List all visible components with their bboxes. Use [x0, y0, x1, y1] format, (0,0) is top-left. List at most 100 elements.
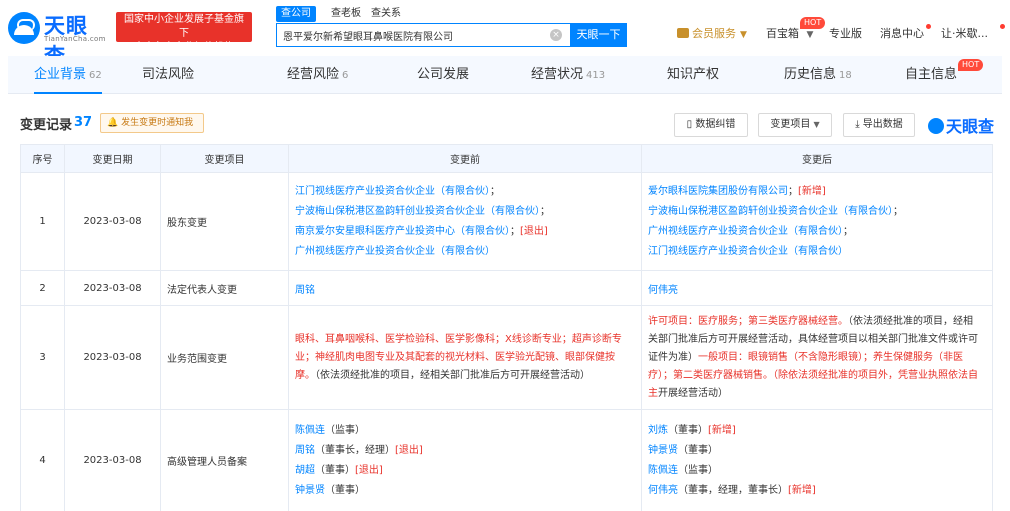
caret-down-icon: ▼ — [740, 30, 747, 40]
shareholder-link[interactable]: 南京爱尔安星眼科医疗产业投资中心（有限合伙） — [295, 226, 510, 237]
row-index: 4 — [20, 409, 65, 511]
person-role: （董事） — [678, 444, 718, 456]
shareholder-link[interactable]: 江门视线医疗产业投资合伙企业（有限合伙） — [295, 186, 490, 197]
export-data-button[interactable]: ⤓ 导出数据 — [843, 113, 915, 137]
vip-service-menu[interactable]: 会员服务 ▼ — [677, 25, 747, 43]
search-tab-company[interactable]: 查公司 — [276, 6, 316, 22]
exit-tag: [退出] — [395, 444, 423, 456]
person-link[interactable]: 陈佩连 — [295, 425, 325, 436]
search-box: × — [276, 23, 570, 47]
notify-on-change-button[interactable]: 🔔 发生变更时通知我 — [100, 113, 204, 133]
tab-self-info[interactable]: 自主信息 — [905, 56, 957, 94]
row-date: 2023-03-08 — [64, 409, 161, 511]
pro-version-link[interactable]: 专业版 — [829, 25, 862, 43]
table-row: 2 2023-03-08 法定代表人变更 周铭 何伟亮 — [20, 270, 993, 306]
clear-icon[interactable]: × — [550, 29, 562, 41]
person-link[interactable]: 何伟亮 — [648, 285, 678, 296]
person-role: （董事） — [325, 484, 365, 496]
section-count: 37 — [74, 115, 93, 130]
shareholder-link[interactable]: 宁波梅山保税港区盈韵轩创业投资合伙企业（有限合伙） — [648, 206, 893, 217]
person-link[interactable]: 钟景贤 — [648, 445, 678, 456]
data-correction-label: 数据纠错 — [695, 119, 736, 130]
row-before: 江门视线医疗产业投资合伙企业（有限合伙）； 宁波梅山保税港区盈韵轩创业投资合伙企… — [288, 172, 642, 271]
tab-operating-status[interactable]: 经营状况 413 — [531, 56, 605, 94]
caret-down-icon: ▼ — [813, 120, 820, 129]
separator: ； — [490, 185, 500, 197]
shareholder-link[interactable]: 江门视线医疗产业投资合伙企业（有限合伙） — [648, 246, 848, 257]
tab-history-info[interactable]: 历史信息 18 — [784, 56, 852, 94]
shareholder-link[interactable]: 广州视线医疗产业投资合伙企业（有限合伙） — [295, 246, 495, 257]
row-before: 眼科、耳鼻咽喉科、医学检验科、医学影像科；X线诊断专业；超声诊断专业；神经肌肉电… — [288, 305, 642, 410]
person-link[interactable]: 刘炼 — [648, 425, 668, 436]
notification-dot — [1000, 24, 1005, 29]
row-change-item: 业务范围变更 — [160, 305, 289, 410]
download-icon: ⤓ — [855, 119, 860, 130]
person-link[interactable]: 钟景贤 — [295, 485, 325, 496]
column-header-after: 变更后 — [641, 144, 993, 173]
search-tab-relation[interactable]: 查关系 — [366, 6, 406, 22]
tab-label: 历史信息 — [784, 67, 837, 82]
message-center-link[interactable]: 消息中心 — [880, 25, 924, 43]
shareholder-link[interactable]: 爱尔眼科医院集团股份有限公司 — [648, 186, 788, 197]
scope-text: 开展经营活动） — [658, 387, 728, 399]
bell-icon: 🔔 — [107, 118, 119, 128]
data-correction-button[interactable]: ▯ 数据纠错 — [674, 113, 748, 137]
row-after: 爱尔眼科医院集团股份有限公司；[新增] 宁波梅山保税港区盈韵轩创业投资合伙企业（… — [641, 172, 993, 271]
tab-count: 413 — [586, 70, 606, 81]
table-row: 4 2023-03-08 高级管理人员备案 陈佩连（监事） 周铭（董事长，经理）… — [20, 409, 993, 511]
search-tab-boss[interactable]: 查老板 — [326, 6, 366, 22]
row-change-item: 股东变更 — [160, 172, 289, 271]
change-item-filter[interactable]: 变更项目 ▼ — [758, 113, 832, 137]
row-date: 2023-03-08 — [64, 172, 161, 271]
person-link[interactable]: 胡超 — [295, 465, 315, 476]
separator: ； — [510, 225, 520, 237]
gov-badge-line2: 官方备案企业征信机构 — [134, 42, 234, 53]
tab-label: 经营风险 — [287, 67, 340, 82]
shareholder-link[interactable]: 广州视线医疗产业投资合伙企业（有限合伙） — [648, 226, 843, 237]
person-role: （监事） — [678, 464, 718, 476]
row-index: 3 — [20, 305, 65, 410]
user-menu[interactable]: 让·米歇... — [941, 25, 988, 43]
row-before: 周铭 — [288, 270, 642, 306]
gov-badge: 国家中小企业发展子基金旗下 官方备案企业征信机构 — [116, 12, 252, 53]
person-link[interactable]: 周铭 — [295, 285, 315, 296]
notification-dot — [926, 24, 931, 29]
row-after: 刘炼（董事）[新增] 钟景贤（董事） 陈佩连（监事） 何伟亮（董事，经理，董事长… — [641, 409, 993, 511]
row-after: 许可项目：医疗服务；第三类医疗器械经营。（依法须经批准的项目，经相关部门批准后方… — [641, 305, 993, 410]
crown-icon — [677, 28, 689, 38]
user-name: 让·米歇... — [941, 27, 988, 40]
document-icon: ▯ — [686, 119, 693, 130]
change-record-table: 序号 变更日期 变更项目 变更前 变更后 1 2023-03-08 股东变更 江… — [20, 144, 993, 511]
tab-legal-risk[interactable]: 司法风险 — [142, 56, 194, 94]
person-link[interactable]: 周铭 — [295, 445, 315, 456]
tab-label: 经营状况 — [531, 67, 584, 82]
row-change-item: 高级管理人员备案 — [160, 409, 289, 511]
search-input[interactable] — [283, 24, 543, 46]
section-title: 变更记录 — [20, 118, 73, 133]
person-role: （董事） — [668, 424, 708, 436]
logo[interactable]: 天眼查 TianYanCha.com — [8, 10, 108, 68]
shareholder-link[interactable]: 宁波梅山保税港区盈韵轩创业投资合伙企业（有限合伙） — [295, 206, 540, 217]
table-row: 3 2023-03-08 业务范围变更 眼科、耳鼻咽喉科、医学检验科、医学影像科… — [20, 305, 993, 410]
person-role: （董事长，经理） — [315, 444, 395, 456]
tab-label: 司法风险 — [142, 67, 195, 82]
added-tag: [新增] — [708, 424, 736, 436]
brand-text: 天眼查 — [946, 117, 995, 136]
person-link[interactable]: 何伟亮 — [648, 485, 678, 496]
tab-label: 企业背景 — [34, 67, 87, 82]
tab-company-development[interactable]: 公司发展 — [417, 56, 469, 94]
search-button[interactable]: 天眼一下 — [570, 23, 627, 47]
tab-intellectual-property[interactable]: 知识产权 — [667, 56, 719, 94]
row-change-item: 法定代表人变更 — [160, 270, 289, 306]
tab-company-background[interactable]: 企业背景 62 — [34, 56, 102, 94]
added-tag: [新增] — [798, 185, 826, 197]
tab-operating-risk[interactable]: 经营风险 6 — [287, 56, 348, 94]
logo-icon — [8, 12, 40, 44]
row-before: 陈佩连（监事） 周铭（董事长，经理）[退出] 胡超（董事）[退出] 钟景贤（董事… — [288, 409, 642, 511]
row-index: 2 — [20, 270, 65, 306]
person-link[interactable]: 陈佩连 — [648, 465, 678, 476]
tab-count: 62 — [89, 70, 102, 81]
exit-tag: [退出] — [355, 464, 383, 476]
notify-label: 发生变更时通知我 — [121, 118, 194, 128]
scope-text: （依法须经批准的项目，经相关部门批准后方可开展经营活动） — [315, 369, 590, 381]
